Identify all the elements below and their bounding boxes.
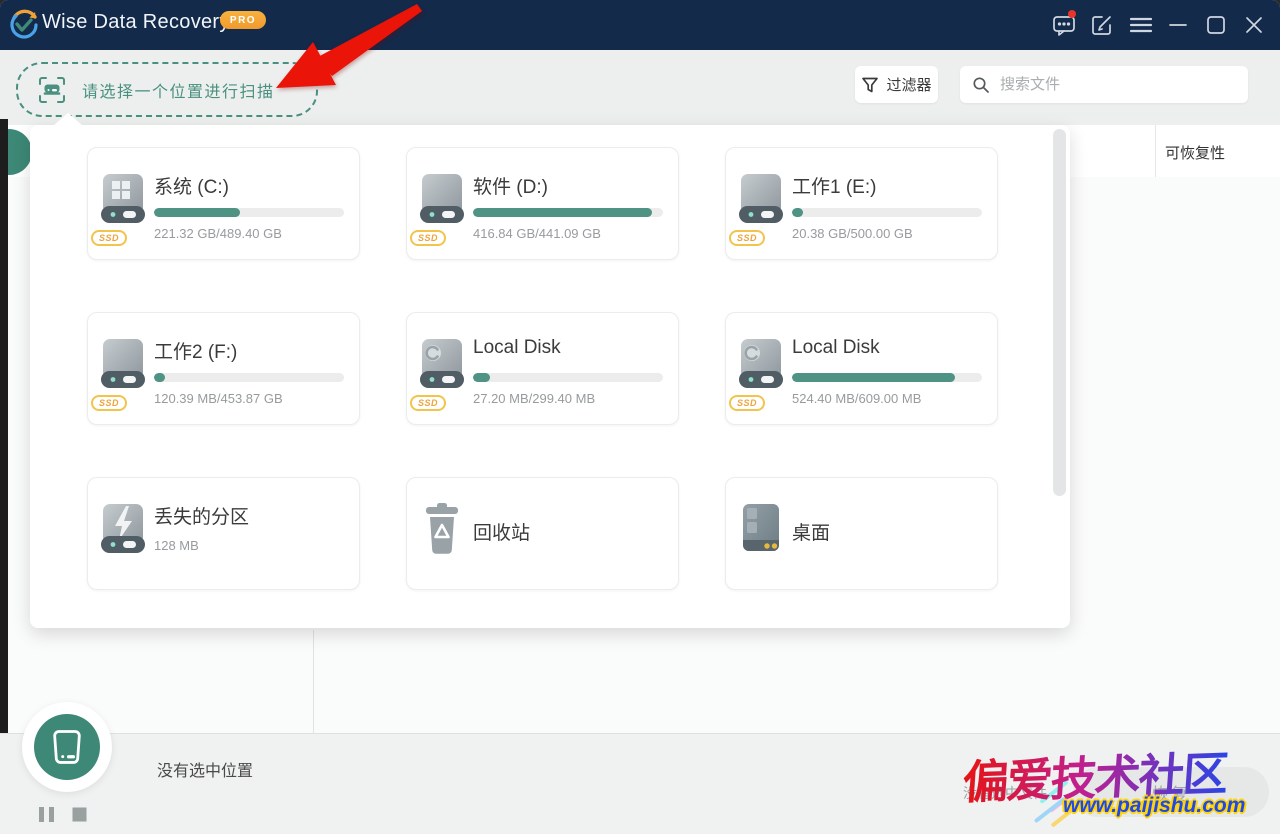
scan-device-circle (34, 714, 100, 780)
drive-icon (417, 502, 467, 556)
drive-grid: SSD 系统 (C:) 221.32 GB/489.40 GB SSD 软件 (… (87, 147, 998, 590)
drive-icon (417, 337, 467, 391)
ssd-badge: SSD (410, 230, 446, 246)
drive-name: 桌面 (792, 518, 830, 545)
drive-icon (417, 172, 467, 226)
drive-usage-fill (473, 208, 652, 217)
drive-name: 软件 (D:) (473, 172, 548, 199)
drive-capacity: 27.20 MB/299.40 MB (473, 391, 595, 406)
drive-card[interactable]: SSD Local Disk 524.40 MB/609.00 MB (725, 312, 998, 425)
drive-capacity: 524.40 MB/609.00 MB (792, 391, 921, 406)
drive-usage-fill (792, 208, 803, 217)
drive-usage-bar (154, 373, 344, 382)
status-no-location: 没有选中位置 (157, 757, 253, 781)
locations-dropdown-panel: SSD 系统 (C:) 221.32 GB/489.40 GB SSD 软件 (… (30, 125, 1070, 628)
column-divider (1155, 125, 1156, 177)
drive-capacity: 416.84 GB/441.09 GB (473, 226, 601, 241)
drive-name: 回收站 (473, 518, 530, 545)
drive-capacity: 221.32 GB/489.40 GB (154, 226, 282, 241)
drive-card[interactable]: SSD 软件 (D:) 416.84 GB/441.09 GB (406, 147, 679, 260)
filter-label: 过滤器 (886, 74, 931, 95)
stop-icon[interactable] (71, 806, 88, 823)
titlebar: Wise Data Recovery PRO (0, 0, 1280, 50)
filter-button[interactable]: 过滤器 (855, 66, 938, 103)
drive-usage-fill (473, 373, 490, 382)
drive-card[interactable]: SSD 工作1 (E:) 20.38 GB/500.00 GB (725, 147, 998, 260)
ssd-badge: SSD (91, 395, 127, 411)
close-button[interactable] (1236, 6, 1272, 44)
ssd-badge: SSD (91, 230, 127, 246)
drive-icon (736, 172, 786, 226)
drive-icon (736, 502, 786, 556)
panel-scrollbar[interactable] (1053, 129, 1066, 496)
drive-name: 丢失的分区 (154, 502, 249, 529)
edit-icon[interactable] (1084, 6, 1120, 44)
drive-usage-bar (473, 373, 663, 382)
drive-name: 工作1 (E:) (792, 172, 876, 199)
drive-name: Local Disk (792, 337, 880, 359)
drive-card[interactable]: SSD Local Disk 27.20 MB/299.40 MB (406, 312, 679, 425)
left-rail (0, 119, 8, 737)
ssd-badge: SSD (729, 230, 765, 246)
drive-usage-bar (154, 208, 344, 217)
drive-card[interactable]: SSD 工作2 (F:) 120.39 MB/453.87 GB (87, 312, 360, 425)
drive-card[interactable]: SSD 系统 (C:) 221.32 GB/489.40 GB (87, 147, 360, 260)
drive-icon (98, 337, 148, 391)
search-icon (972, 76, 990, 94)
device-icon (52, 729, 82, 765)
drive-card[interactable]: 桌面 (725, 477, 998, 590)
ssd-badge: SSD (410, 395, 446, 411)
drive-capacity: 128 MB (154, 538, 199, 553)
notification-dot (1068, 10, 1076, 18)
drive-name: Local Disk (473, 337, 561, 359)
drive-capacity: 120.39 MB/453.87 GB (154, 391, 283, 406)
drive-usage-fill (154, 208, 240, 217)
drive-name: 系统 (C:) (154, 172, 229, 199)
pro-badge: PRO (220, 11, 266, 29)
drive-icon (98, 172, 148, 226)
maximize-button[interactable] (1198, 6, 1234, 44)
menu-icon[interactable] (1123, 6, 1159, 44)
app-title: Wise Data Recovery (42, 11, 230, 34)
drive-capacity: 20.38 GB/500.00 GB (792, 226, 913, 241)
pause-icon[interactable] (37, 806, 57, 823)
drive-icon (736, 337, 786, 391)
wise-data-recovery-window: Wise Data Recovery PRO (0, 0, 1280, 834)
scan-device-button[interactable] (22, 702, 112, 792)
recoverability-column-header: 可恢复性 (1165, 142, 1225, 163)
drive-card[interactable]: 回收站 (406, 477, 679, 590)
search-input[interactable] (998, 75, 1222, 94)
recover-button[interactable]: 恢复 (1073, 767, 1269, 817)
panel-divider (313, 630, 314, 733)
drive-name: 工作2 (F:) (154, 337, 237, 364)
drive-usage-bar (473, 208, 663, 217)
drive-usage-bar (792, 208, 982, 217)
drive-usage-fill (792, 373, 955, 382)
minimize-button[interactable] (1160, 6, 1196, 44)
scan-location-icon (38, 76, 66, 104)
drive-card[interactable]: 丢失的分区 128 MB (87, 477, 360, 590)
feedback-icon[interactable] (1046, 6, 1082, 44)
search-box[interactable] (960, 66, 1248, 103)
ssd-badge: SSD (729, 395, 765, 411)
select-location-label: 请选择一个位置进行扫描 (82, 78, 275, 102)
drive-usage-fill (154, 373, 165, 382)
dropdown-caret (54, 113, 82, 125)
select-location-button[interactable]: 请选择一个位置进行扫描 (16, 62, 318, 117)
drive-icon (98, 502, 148, 556)
app-logo-icon (8, 8, 40, 40)
filter-icon (861, 76, 879, 94)
status-no-file: 没有选中文件 (963, 783, 1047, 803)
drive-usage-bar (792, 373, 982, 382)
